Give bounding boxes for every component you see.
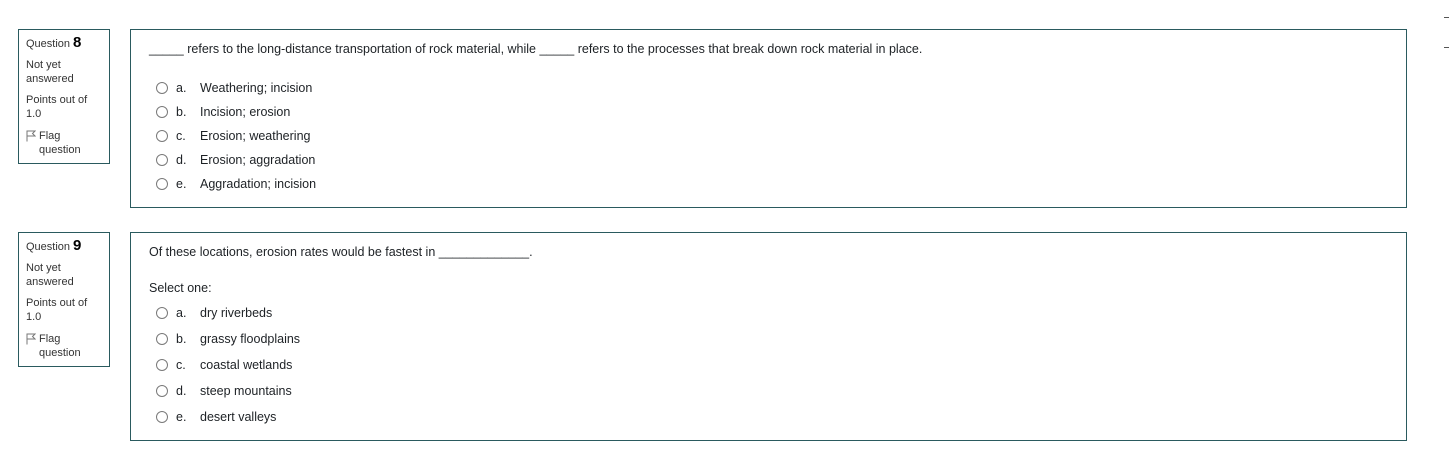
answer-option-e[interactable]: e. desert valleys [156, 404, 300, 430]
answer-letter: c. [176, 129, 186, 143]
question-label: Question [26, 241, 71, 253]
answer-letter: e. [176, 410, 187, 424]
flag-question-label: Flag question [39, 333, 81, 359]
edge-divider [1444, 47, 1449, 48]
question-number-value: 9 [73, 237, 82, 254]
answer-option-b[interactable]: b. grassy floodplains [156, 326, 300, 352]
question-state: Not yet answered [26, 59, 74, 85]
answer-letter: b. [176, 105, 187, 119]
answer-text: desert valleys [200, 410, 277, 424]
answer-letter: d. [176, 384, 187, 398]
edge-divider [1444, 17, 1449, 18]
question-state: Not yet answered [26, 262, 74, 288]
answer-text: Erosion; weathering [200, 129, 311, 143]
radio-button[interactable] [156, 82, 168, 94]
answer-option-c[interactable]: c. Erosion; weathering [156, 124, 316, 148]
answer-letter: c. [176, 358, 186, 372]
flag-icon [26, 333, 36, 345]
radio-button[interactable] [156, 333, 168, 345]
question-grade: Points out of 1.0 [26, 94, 88, 120]
radio-button[interactable] [156, 130, 168, 142]
answer-option-e[interactable]: e. Aggradation; incision [156, 172, 316, 196]
answer-text: Erosion; aggradation [200, 153, 316, 167]
flag-icon [26, 130, 36, 142]
question-9: Question 9 Not yet answered Points out o… [0, 232, 1449, 442]
answer-option-a[interactable]: a. dry riverbeds [156, 300, 300, 326]
radio-button[interactable] [156, 106, 168, 118]
question-number-value: 8 [73, 34, 82, 51]
answer-option-d[interactable]: d. steep mountains [156, 378, 300, 404]
select-one-prompt: Select one: [149, 281, 212, 295]
answer-letter: a. [176, 81, 187, 95]
question-label: Question [26, 38, 71, 50]
question-content: _____ refers to the long-distance transp… [130, 29, 1407, 208]
question-8: Question 8 Not yet answered Points out o… [0, 29, 1449, 209]
question-number: Question 8 [26, 34, 103, 51]
answer-option-c[interactable]: c. coastal wetlands [156, 352, 300, 378]
answer-list: a. Weathering; incision b. Incision; erosi… [156, 76, 316, 196]
question-text: _____ refers to the long-distance transp… [149, 42, 923, 56]
flag-question-link[interactable]: Flag question [26, 129, 103, 157]
radio-button[interactable] [156, 359, 168, 371]
answer-option-a[interactable]: a. Weathering; incision [156, 76, 316, 100]
answer-text: steep mountains [200, 384, 292, 398]
answer-text: grassy floodplains [200, 332, 301, 346]
answer-letter: a. [176, 306, 187, 320]
answer-list: a. dry riverbeds b. grassy floodplains c. c… [156, 300, 300, 430]
question-number: Question 9 [26, 237, 103, 254]
answer-text: Aggradation; incision [200, 177, 317, 191]
answer-letter: e. [176, 177, 187, 191]
question-content: Of these locations, erosion rates would … [130, 232, 1407, 441]
answer-letter: d. [176, 153, 187, 167]
answer-text: dry riverbeds [200, 306, 273, 320]
answer-text: coastal wetlands [200, 358, 293, 372]
question-text: Of these locations, erosion rates would … [149, 245, 533, 259]
radio-button[interactable] [156, 178, 168, 190]
question-info: Question 9 Not yet answered Points out o… [18, 232, 110, 367]
question-info: Question 8 Not yet answered Points out o… [18, 29, 110, 164]
radio-button[interactable] [156, 385, 168, 397]
answer-letter: b. [176, 332, 187, 346]
answer-text: Weathering; incision [200, 81, 313, 95]
flag-question-label: Flag question [39, 130, 81, 156]
answer-option-d[interactable]: d. Erosion; aggradation [156, 148, 316, 172]
radio-button[interactable] [156, 411, 168, 423]
flag-question-link[interactable]: Flag question [26, 332, 103, 360]
answer-text: Incision; erosion [200, 105, 291, 119]
answer-option-b[interactable]: b. Incision; erosion [156, 100, 316, 124]
question-grade: Points out of 1.0 [26, 297, 88, 323]
radio-button[interactable] [156, 307, 168, 319]
radio-button[interactable] [156, 154, 168, 166]
